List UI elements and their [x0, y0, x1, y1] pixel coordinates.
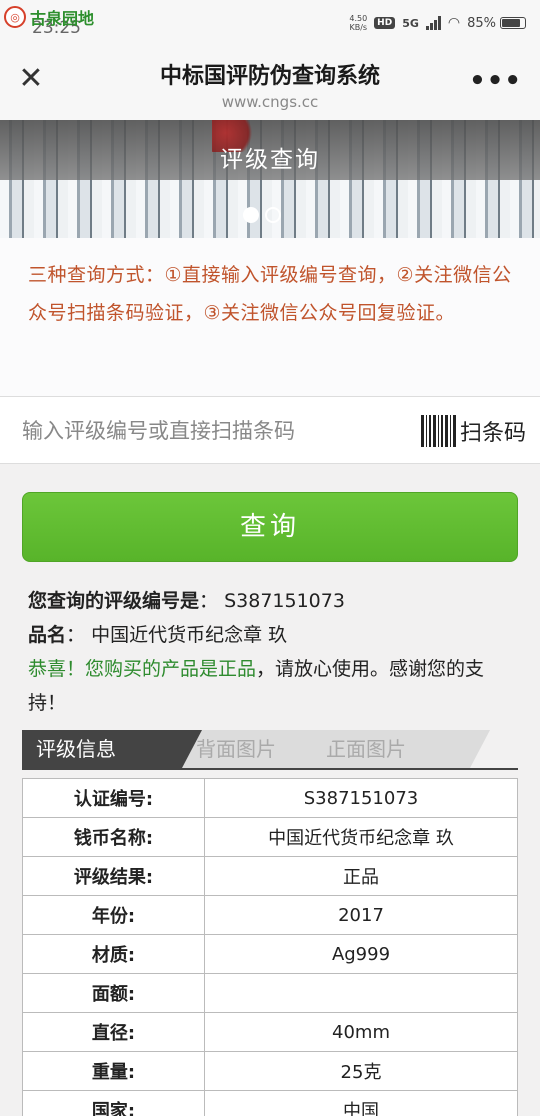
banner[interactable]: 评级查询 [0, 120, 540, 238]
table-row: 重量: 25克 [22, 1051, 518, 1091]
query-methods-notice: 三种查询方式：①直接输入评级编号查询，②关注微信公众号扫描条码验证，③关注微信公… [0, 238, 540, 396]
result-code-sep: ： [199, 590, 219, 612]
net-speed-unit: KB/s [349, 23, 368, 32]
table-value: 40mm [204, 1012, 518, 1052]
grading-info-table: 认证编号: S387151073 钱币名称: 中国近代货币纪念章 玖评级结果: 正品 年份… [22, 778, 518, 1116]
carousel-dot-1[interactable] [243, 207, 259, 223]
result-name-line: 品名： 中国近代货币纪念章 玖 [28, 618, 522, 652]
table-value: S387151073 [204, 778, 518, 818]
table-row: 钱币名称: 中国近代货币纪念章 玖 [22, 817, 518, 857]
watermark-logo-icon: ◎ [4, 6, 26, 28]
table-key: 重量: [22, 1051, 205, 1091]
query-result: 您查询的评级编号是： S387151073 品名： 中国近代货币纪念章 玖 恭喜… [28, 584, 522, 720]
table-row: 认证编号: S387151073 [22, 778, 518, 818]
result-name-sep: ： [66, 624, 86, 646]
battery-fill [502, 19, 520, 27]
net-speed-value: 4.50 [349, 14, 368, 23]
table-value: 中国 [204, 1090, 518, 1116]
nav-bar: ✕ 中标国评防伪查询系统 www.cngs.cc ••• [0, 44, 540, 120]
status-icons: 4.50 KB/s HD 5G ◠ 85% [349, 14, 526, 32]
signal-icon [425, 16, 441, 30]
battery-percent: 85% [467, 15, 496, 31]
info-tabs: 正面图片 背面图片 评级信息 [22, 730, 518, 770]
battery-icon [500, 17, 526, 29]
watermark-text: 古泉园地 [30, 9, 95, 28]
table-row: 国家: 中国 [22, 1090, 518, 1116]
query-button[interactable]: 查询 [22, 492, 518, 562]
watermark: ◎ 古泉园地 [4, 5, 94, 29]
table-key: 钱币名称: [22, 817, 205, 857]
search-bar: 扫条码 [0, 396, 540, 464]
table-value: 25克 [204, 1051, 518, 1091]
scan-barcode-label: 扫条码 [459, 421, 526, 446]
result-message: 恭喜！您购买的产品是正品，请放心使用。感谢您的支持！ [28, 652, 522, 720]
table-key: 直径: [22, 1012, 205, 1052]
table-value: Ag999 [204, 934, 518, 974]
page-title: 中标国评防伪查询系统 [159, 64, 380, 89]
table-key: 材质: [22, 934, 205, 974]
tab-grading-info[interactable]: 评级信息 [22, 730, 202, 768]
table-key: 年份: [22, 895, 205, 935]
scan-barcode-button[interactable]: 扫条码 [420, 413, 526, 449]
barcode-icon [420, 415, 458, 447]
carousel-dot-2[interactable] [265, 207, 281, 223]
table-row: 材质: Ag999 [22, 934, 518, 974]
search-input[interactable] [22, 411, 402, 451]
status-bar: 23:25 ◎ 古泉园地 4.50 KB/s HD 5G ◠ 85% [0, 0, 540, 44]
more-menu-icon[interactable]: ••• [469, 66, 522, 96]
result-code-value: S387151073 [224, 590, 345, 612]
battery: 85% [467, 16, 526, 31]
table-row: 面额: [22, 973, 518, 1013]
table-value: 正品 [204, 856, 518, 896]
banner-title: 评级查询 [220, 147, 320, 173]
table-row: 年份: 2017 [22, 895, 518, 935]
result-name-label: 品名 [28, 624, 67, 646]
tab-back-image[interactable]: 背面图片 [182, 730, 338, 768]
table-row: 评级结果: 正品 [22, 856, 518, 896]
table-row: 直径: 40mm [22, 1012, 518, 1052]
table-key: 国家: [22, 1090, 205, 1116]
hd-icon: HD [374, 17, 396, 29]
result-congrats: 恭喜！您购买的产品是正品 [28, 658, 257, 680]
page-url: www.cngs.cc [221, 93, 319, 111]
net-speed: 4.50 KB/s [349, 14, 367, 32]
carousel-dots [243, 207, 281, 223]
table-value: 2017 [204, 895, 518, 935]
wifi-icon: ◠ [447, 15, 461, 31]
result-name-value: 中国近代货币纪念章 玖 [91, 624, 288, 646]
table-key: 评级结果: [22, 856, 205, 896]
table-key: 认证编号: [22, 778, 205, 818]
result-code-label: 您查询的评级编号是 [28, 590, 200, 612]
table-key: 面额: [22, 973, 205, 1013]
result-code-line: 您查询的评级编号是： S387151073 [28, 584, 522, 618]
network-label: 5G [402, 16, 419, 30]
table-value [204, 973, 518, 1013]
table-value: 中国近代货币纪念章 玖 [204, 817, 518, 857]
